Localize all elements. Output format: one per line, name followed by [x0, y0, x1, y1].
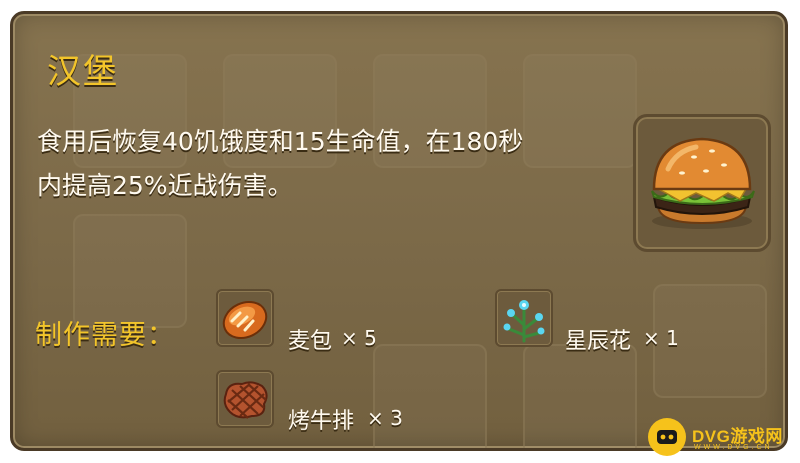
- description-line-2: 内提高25%近战伤害。: [37, 171, 293, 200]
- item-tooltip-panel: 汉堡 食用后恢复40饥饿度和15生命值，在180秒 内提高25%近战伤害。 制作…: [10, 11, 788, 451]
- item-icon-frame[interactable]: [633, 114, 771, 252]
- ingredient-qty-star-flower: × 1: [643, 326, 679, 350]
- ingredient-name-bread: 麦包: [288, 329, 333, 354]
- ingredient-slot-star-flower[interactable]: [495, 289, 553, 347]
- background-slot: [373, 344, 487, 448]
- star-flower-icon: [503, 300, 545, 343]
- description-line-1: 食用后恢复40饥饿度和15生命值，在180秒: [37, 127, 524, 156]
- ingredient-slot-steak[interactable]: [216, 370, 274, 428]
- bread-icon: [222, 301, 268, 339]
- watermark-subtext: WWW.DVG.CN: [694, 444, 773, 451]
- ingredient-name-star-flower: 星辰花: [565, 329, 632, 354]
- item-description: 食用后恢复40饥饿度和15生命值，在180秒 内提高25%近战伤害。: [37, 120, 627, 208]
- hamburger-icon: [651, 137, 755, 229]
- background-slot: [73, 214, 187, 328]
- background-slot: [523, 344, 637, 448]
- item-title: 汉堡: [47, 52, 119, 92]
- watermark: DVG游戏网 WWW.DVG.CN: [648, 418, 794, 458]
- ingredient-name-steak: 烤牛排: [288, 409, 355, 434]
- recipe-label: 制作需要：: [35, 320, 175, 351]
- ingredient-qty-steak: × 3: [367, 406, 403, 430]
- ingredient-slot-bread[interactable]: [216, 289, 274, 347]
- steak-icon: [223, 381, 268, 419]
- watermark-logo-icon: [648, 418, 686, 456]
- ingredient-qty-bread: × 5: [341, 326, 377, 350]
